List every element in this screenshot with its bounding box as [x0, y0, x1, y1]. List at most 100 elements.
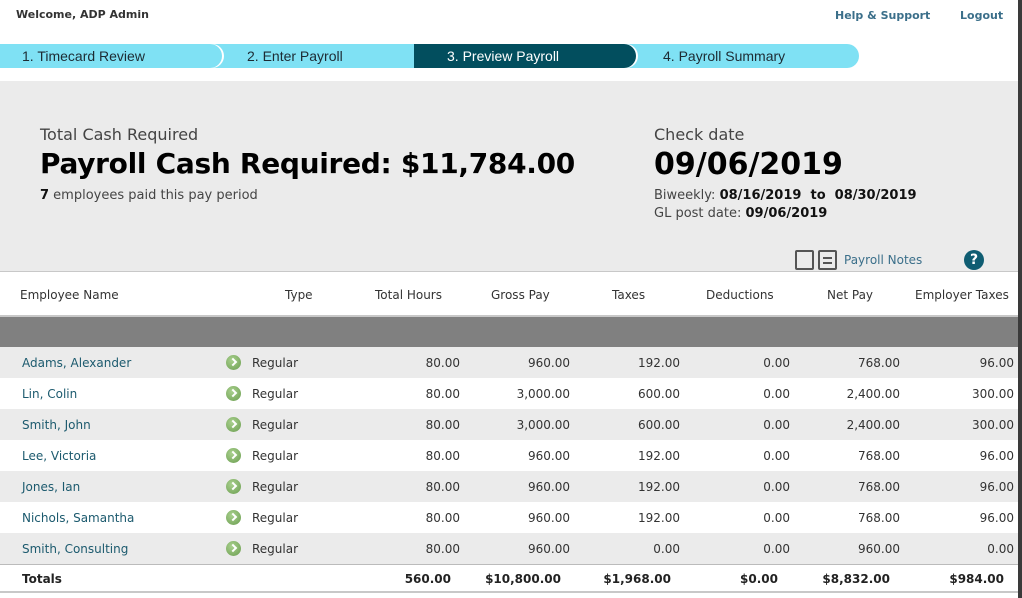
payroll-summary-panel: Total Cash Required Payroll Cash Require… — [0, 81, 1018, 272]
deductions-cell: 0.00 — [763, 511, 790, 525]
pay-type: Regular — [252, 356, 299, 370]
col-gross-pay[interactable]: Gross Pay — [491, 288, 550, 302]
employee-count: 7 — [40, 188, 50, 203]
net-pay-cell: 768.00 — [858, 449, 900, 463]
deductions-cell: 0.00 — [763, 480, 790, 494]
total-deductions: $0.00 — [740, 572, 778, 586]
employee-name-link[interactable]: Smith, John — [22, 418, 91, 432]
gl-post-date-value: 09/06/2019 — [745, 206, 828, 221]
logout-link[interactable]: Logout — [960, 9, 1003, 22]
total-net-pay: $8,832.00 — [822, 572, 890, 586]
window-icon[interactable] — [795, 250, 814, 270]
chevron-right-circle-icon[interactable] — [226, 510, 241, 525]
chevron-right-circle-icon[interactable] — [226, 417, 241, 432]
total-cash-label: Total Cash Required — [40, 125, 199, 144]
employee-name-link[interactable]: Lin, Colin — [22, 387, 77, 401]
pay-type: Regular — [252, 511, 299, 525]
payroll-notes-link[interactable]: Payroll Notes — [844, 253, 922, 267]
total-taxes: $1,968.00 — [603, 572, 671, 586]
window-edge — [1018, 0, 1022, 598]
col-employer-taxes[interactable]: Employer Taxes — [915, 288, 1009, 302]
taxes-cell: 600.00 — [638, 387, 680, 401]
totals-label: Totals — [22, 572, 62, 586]
pay-period-value: 08/16/2019 to 08/30/2019 — [719, 188, 917, 203]
total-hours-cell: 80.00 — [425, 387, 460, 401]
col-type[interactable]: Type — [285, 288, 313, 302]
filter-bar — [0, 317, 1018, 347]
pay-type: Regular — [252, 387, 299, 401]
table-row: Smith, John Regular 80.00 3,000.00 600.00 0.0… — [0, 409, 1018, 440]
gross-pay-cell: 3,000.00 — [516, 387, 570, 401]
net-pay-cell: 2,400.00 — [846, 418, 900, 432]
gross-pay-cell: 960.00 — [528, 511, 570, 525]
notes-icon[interactable] — [818, 250, 837, 270]
total-hours-cell: 80.00 — [425, 542, 460, 556]
help-question-icon[interactable]: ? — [964, 250, 984, 270]
total-hours-cell: 80.00 — [425, 449, 460, 463]
step-enter-payroll[interactable]: 2. Enter Payroll — [200, 44, 414, 68]
totals-row: Totals 560.00 $10,800.00 $1,968.00 $0.00… — [0, 564, 1018, 593]
net-pay-cell: 2,400.00 — [846, 387, 900, 401]
deductions-cell: 0.00 — [763, 449, 790, 463]
deductions-cell: 0.00 — [763, 418, 790, 432]
col-net-pay[interactable]: Net Pay — [827, 288, 873, 302]
check-date-label: Check date — [654, 125, 745, 144]
taxes-cell: 192.00 — [638, 449, 680, 463]
total-hours-cell: 80.00 — [425, 480, 460, 494]
employee-name-link[interactable]: Nichols, Samantha — [22, 511, 134, 525]
pay-period-label: Biweekly: — [654, 188, 720, 203]
total-hours-cell: 80.00 — [425, 356, 460, 370]
net-pay-cell: 768.00 — [858, 511, 900, 525]
employer-taxes-cell: 96.00 — [979, 480, 1014, 494]
payroll-steps-nav: 1. Timecard Review 2. Enter Payroll 3. P… — [0, 44, 860, 68]
welcome-text: Welcome, ADP Admin — [16, 8, 149, 21]
employer-taxes-cell: 96.00 — [979, 511, 1014, 525]
taxes-cell: 600.00 — [638, 418, 680, 432]
employer-taxes-cell: 0.00 — [987, 542, 1014, 556]
col-deductions[interactable]: Deductions — [706, 288, 774, 302]
total-employer-taxes: $984.00 — [949, 572, 1004, 586]
total-hours-cell: 80.00 — [425, 511, 460, 525]
col-taxes[interactable]: Taxes — [612, 288, 645, 302]
help-support-link[interactable]: Help & Support — [835, 9, 930, 22]
taxes-cell: 192.00 — [638, 511, 680, 525]
chevron-right-circle-icon[interactable] — [226, 479, 241, 494]
chevron-right-circle-icon[interactable] — [226, 541, 241, 556]
total-gross-pay: $10,800.00 — [485, 572, 561, 586]
step-preview-payroll[interactable]: 3. Preview Payroll — [404, 44, 636, 68]
col-total-hours[interactable]: Total Hours — [375, 288, 442, 302]
total-hours: 560.00 — [404, 572, 451, 586]
check-date-value: 09/06/2019 — [654, 147, 843, 182]
deductions-cell: 0.00 — [763, 356, 790, 370]
chevron-right-circle-icon[interactable] — [226, 448, 241, 463]
employer-taxes-cell: 96.00 — [979, 356, 1014, 370]
taxes-cell: 0.00 — [653, 542, 680, 556]
gross-pay-cell: 960.00 — [528, 449, 570, 463]
top-bar: Welcome, ADP Admin Help & Support Logout — [0, 0, 1018, 32]
chevron-right-circle-icon[interactable] — [226, 386, 241, 401]
chevron-right-circle-icon[interactable] — [226, 355, 241, 370]
employee-name-link[interactable]: Lee, Victoria — [22, 449, 96, 463]
taxes-cell: 192.00 — [638, 480, 680, 494]
table-row: Jones, Ian Regular 80.00 960.00 192.00 0.00 76… — [0, 471, 1018, 502]
payroll-table: Employee Name Type Total Hours Gross Pay… — [0, 272, 1018, 593]
table-row: Smith, Consulting Regular 80.00 960.00 0.00 0… — [0, 533, 1018, 564]
pay-type: Regular — [252, 418, 299, 432]
net-pay-cell: 768.00 — [858, 480, 900, 494]
employer-taxes-cell: 96.00 — [979, 449, 1014, 463]
gl-post-date-label: GL post date: — [654, 206, 746, 221]
employee-name-link[interactable]: Jones, Ian — [22, 480, 80, 494]
employee-name-link[interactable]: Smith, Consulting — [22, 542, 128, 556]
payroll-cash-required: Payroll Cash Required: $11,784.00 — [40, 147, 575, 180]
step-timecard-review[interactable]: 1. Timecard Review — [0, 44, 222, 68]
pay-period: Biweekly: 08/16/2019 to 08/30/2019 — [654, 188, 917, 203]
col-employee-name[interactable]: Employee Name — [20, 288, 119, 302]
total-hours-cell: 80.00 — [425, 418, 460, 432]
table-body: Adams, Alexander Regular 80.00 960.00 192.00… — [0, 347, 1018, 564]
step-payroll-summary[interactable]: 4. Payroll Summary — [610, 44, 859, 68]
gross-pay-cell: 960.00 — [528, 480, 570, 494]
employer-taxes-cell: 300.00 — [972, 418, 1014, 432]
employee-name-link[interactable]: Adams, Alexander — [22, 356, 131, 370]
deductions-cell: 0.00 — [763, 387, 790, 401]
pay-type: Regular — [252, 480, 299, 494]
